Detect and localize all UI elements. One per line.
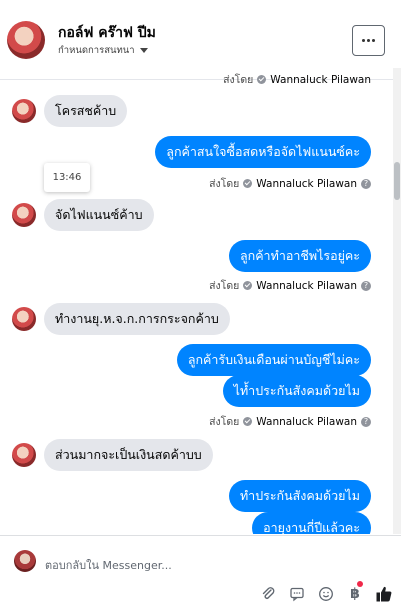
contact-avatar-small: [12, 99, 36, 123]
composer-toolbar: ฿: [258, 584, 394, 604]
outgoing-message[interactable]: ลูกค้าทำอาชีพไรอยู่คะ: [228, 240, 371, 272]
reply-input[interactable]: ตอบกลับใน Messenger...: [45, 556, 172, 574]
sent-by-line: ส่งโดย Wannaluck Pilawan ?: [209, 175, 371, 192]
attachment-icon[interactable]: [258, 584, 278, 604]
sent-by-label: ส่งโดย: [209, 416, 240, 428]
sticker-icon[interactable]: [287, 584, 307, 604]
sent-by-label: ส่งโดย: [209, 178, 240, 190]
outgoing-message[interactable]: ลูกค้ารับเงินเดือนผ่านบัญชีไม่คะ: [176, 344, 371, 376]
incoming-message[interactable]: จัดไฟแนนซ์ค้าบ: [44, 199, 154, 231]
message-composer: ตอบกลับใน Messenger... ฿: [0, 535, 401, 610]
outgoing-message[interactable]: ลูกค้าสนใจซื้อสดหรือจัดไฟแนนซ์คะ: [155, 136, 371, 168]
help-icon[interactable]: ?: [361, 416, 371, 427]
timestamp-tooltip: 13:46: [44, 163, 90, 192]
contact-avatar-small: [12, 443, 36, 467]
sent-by-label: ส่งโดย: [209, 280, 240, 292]
help-icon[interactable]: ?: [361, 178, 371, 189]
contact-name[interactable]: กอล์ฟ คร๊าฟ ปีม: [58, 22, 156, 44]
sent-by-line: ส่งโดย Wannaluck Pilawan ?: [209, 277, 371, 294]
outgoing-message[interactable]: ทำประกันสังคมด้วยไม: [228, 480, 371, 512]
user-avatar: [14, 550, 36, 572]
sent-check-icon: [257, 75, 267, 84]
more-options-icon-dot: [372, 39, 375, 42]
like-icon[interactable]: [374, 584, 394, 604]
sent-check-icon: [243, 179, 253, 188]
incoming-message[interactable]: โครสชค้าบ: [44, 95, 128, 127]
emoji-icon[interactable]: [316, 584, 336, 604]
sender-name: Wannaluck Pilawan: [256, 415, 357, 428]
more-options-button[interactable]: [352, 25, 385, 56]
incoming-message[interactable]: ทำงานยุ.ห.จ.ก.การกระจกค้าบ: [44, 303, 230, 335]
contact-avatar-small: [12, 307, 36, 331]
thread-scrollbar[interactable]: [393, 68, 401, 534]
sent-by-line: ส่งโดย Wannaluck Pilawan ?: [209, 413, 371, 430]
notification-dot: [357, 581, 363, 587]
scrollbar-thumb[interactable]: [394, 162, 400, 200]
help-icon[interactable]: ?: [361, 280, 371, 291]
contact-avatar-small: [12, 203, 36, 227]
conversation-settings[interactable]: กำหนดการสนทนา: [58, 43, 148, 58]
outgoing-message[interactable]: อายุงานกี่ปีแล้วคะ: [252, 512, 371, 534]
sent-by-line: ส่งโดย Wannaluck Pilawan: [223, 71, 371, 88]
caret-down-icon: [139, 48, 148, 53]
contact-avatar[interactable]: [7, 21, 45, 59]
sent-check-icon: [243, 281, 253, 290]
sent-check-icon: [243, 417, 253, 426]
baht-icon[interactable]: ฿: [345, 584, 365, 604]
sent-by-label: ส่งโดย: [223, 74, 254, 86]
sender-name: Wannaluck Pilawan: [270, 73, 371, 86]
message-thread[interactable]: ส่งโดย Wannaluck Pilawan โครสชค้าบ ลูกค้…: [0, 68, 393, 534]
conversation-settings-label: กำหนดการสนทนา: [58, 45, 135, 56]
outgoing-message[interactable]: ไท้ำประกันสังคมด้วยไม: [222, 375, 371, 407]
sender-name: Wannaluck Pilawan: [256, 177, 357, 190]
incoming-message[interactable]: ส่วนมากจะเป็นเงินสดค้าบบ: [44, 439, 213, 471]
more-options-icon: [362, 39, 365, 42]
sender-name: Wannaluck Pilawan: [256, 279, 357, 292]
more-options-icon-dot: [367, 39, 370, 42]
